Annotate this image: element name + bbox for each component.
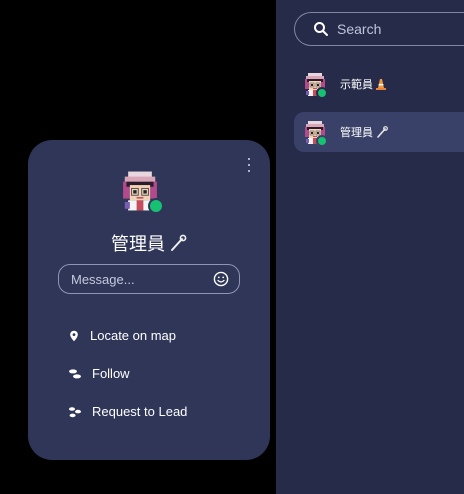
lead-icon bbox=[69, 406, 81, 417]
search-placeholder: Search bbox=[337, 21, 382, 37]
locate-on-map-button[interactable]: Locate on map bbox=[68, 328, 176, 343]
user-name-row: 管理員 bbox=[340, 124, 388, 140]
user-row[interactable]: 示範員 bbox=[294, 64, 464, 104]
user-name-row: 示範員 bbox=[340, 76, 387, 92]
message-placeholder: Message... bbox=[71, 271, 135, 287]
follow-button[interactable]: Follow bbox=[68, 366, 130, 381]
profile-name-text: 管理員 bbox=[111, 234, 165, 254]
request-to-lead-button[interactable]: Request to Lead bbox=[68, 404, 187, 419]
search-input[interactable]: Search bbox=[294, 12, 464, 46]
action-label: Follow bbox=[92, 366, 130, 381]
profile-name: 管理員 bbox=[28, 230, 270, 256]
search-icon bbox=[314, 22, 328, 36]
action-label: Request to Lead bbox=[92, 404, 188, 419]
emoji-icon[interactable] bbox=[213, 271, 229, 287]
more-options-icon[interactable] bbox=[246, 158, 252, 172]
avatar bbox=[302, 119, 328, 147]
online-status-dot bbox=[316, 135, 328, 147]
traffic-cone-icon bbox=[376, 79, 386, 90]
footsteps-icon bbox=[69, 368, 81, 378]
profile-avatar bbox=[118, 168, 164, 214]
user-profile-card: 管理員 Message... Locate on map Follow Requ… bbox=[28, 140, 270, 460]
map-pin-icon bbox=[70, 330, 78, 341]
message-input[interactable]: Message... bbox=[58, 264, 240, 294]
action-label: Locate on map bbox=[90, 328, 177, 343]
avatar bbox=[302, 71, 328, 99]
user-name: 管理員 bbox=[340, 127, 373, 139]
user-name: 示範員 bbox=[340, 79, 373, 91]
online-status-dot bbox=[316, 87, 328, 99]
wrench-icon bbox=[377, 126, 388, 138]
online-status-dot bbox=[148, 198, 164, 214]
user-row-selected[interactable]: 管理員 bbox=[294, 112, 464, 152]
wrench-icon bbox=[171, 234, 187, 251]
